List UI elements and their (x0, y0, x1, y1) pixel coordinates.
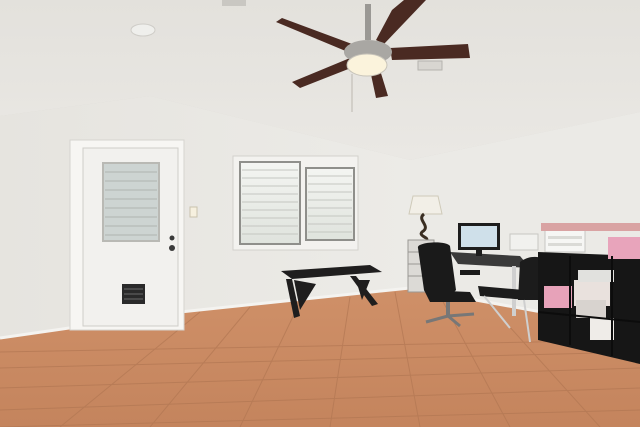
lamp-shade (408, 195, 443, 215)
wall-shelf-items (541, 223, 640, 231)
window-pane-right (305, 167, 355, 241)
attic-hatch (222, 0, 246, 6)
light-switch[interactable] (189, 206, 198, 218)
window-pane-left (239, 161, 301, 245)
fan-light-globe (346, 53, 388, 77)
door-window (102, 162, 160, 242)
ceiling-vent (417, 60, 443, 71)
door-knob[interactable] (169, 245, 175, 251)
room-photo (0, 0, 640, 427)
exterior-door[interactable] (69, 139, 185, 331)
double-window (232, 155, 359, 251)
storage-bin (590, 318, 614, 340)
fan-downrod (365, 4, 371, 40)
smoke-detector (130, 23, 156, 37)
storage-bin (544, 286, 572, 308)
storage-bin (608, 237, 640, 259)
printer (578, 270, 614, 282)
room-illustration (0, 0, 640, 427)
chair-armrest (460, 270, 480, 275)
chair-post (446, 302, 450, 316)
door-deadbolt[interactable] (169, 235, 175, 241)
